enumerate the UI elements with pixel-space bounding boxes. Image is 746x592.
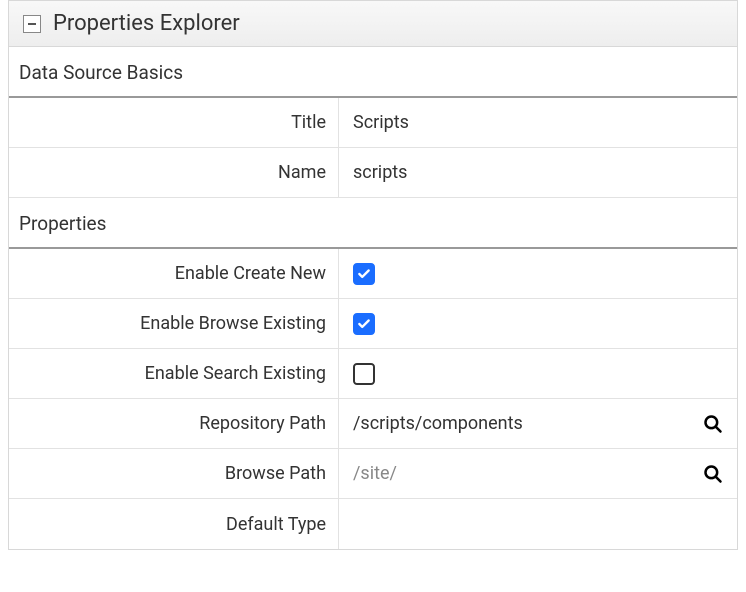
- label-title: Title: [9, 98, 339, 147]
- value-title[interactable]: Scripts: [339, 98, 737, 147]
- row-enable-search-existing: Enable Search Existing: [9, 349, 737, 399]
- label-name: Name: [9, 148, 339, 197]
- row-enable-browse-existing: Enable Browse Existing: [9, 299, 737, 349]
- row-name: Name scripts: [9, 148, 737, 198]
- collapse-toggle[interactable]: [23, 15, 41, 33]
- value-browse-path: [339, 449, 737, 498]
- value-enable-search-existing: [339, 349, 737, 398]
- row-enable-create-new: Enable Create New: [9, 247, 737, 299]
- value-enable-browse-existing: [339, 299, 737, 348]
- check-icon: [357, 317, 371, 331]
- value-repository-path: [339, 399, 737, 448]
- search-icon[interactable]: [703, 414, 723, 434]
- value-name[interactable]: scripts: [339, 148, 737, 197]
- label-default-type: Default Type: [9, 499, 339, 549]
- title-text: Scripts: [353, 112, 409, 133]
- checkbox-enable-create-new[interactable]: [353, 263, 375, 285]
- repository-path-input[interactable]: [353, 413, 695, 434]
- checkbox-enable-search-existing[interactable]: [353, 363, 375, 385]
- search-icon[interactable]: [703, 464, 723, 484]
- label-enable-create-new: Enable Create New: [9, 249, 339, 298]
- value-default-type[interactable]: [339, 499, 737, 549]
- checkbox-enable-browse-existing[interactable]: [353, 313, 375, 335]
- minus-icon: [28, 23, 36, 25]
- section-header-basics: Data Source Basics: [9, 47, 737, 96]
- name-text: scripts: [353, 162, 407, 183]
- value-enable-create-new: [339, 249, 737, 298]
- check-icon: [357, 267, 371, 281]
- section-header-properties: Properties: [9, 198, 737, 247]
- panel-header: Properties Explorer: [9, 0, 737, 47]
- row-default-type: Default Type: [9, 499, 737, 549]
- label-enable-search-existing: Enable Search Existing: [9, 349, 339, 398]
- label-enable-browse-existing: Enable Browse Existing: [9, 299, 339, 348]
- row-browse-path: Browse Path: [9, 449, 737, 499]
- label-browse-path: Browse Path: [9, 449, 339, 498]
- row-repository-path: Repository Path: [9, 399, 737, 449]
- panel-title: Properties Explorer: [53, 11, 240, 36]
- browse-path-input[interactable]: [353, 463, 695, 484]
- row-title: Title Scripts: [9, 96, 737, 148]
- label-repository-path: Repository Path: [9, 399, 339, 448]
- properties-explorer-panel: Properties Explorer Data Source Basics T…: [8, 0, 738, 550]
